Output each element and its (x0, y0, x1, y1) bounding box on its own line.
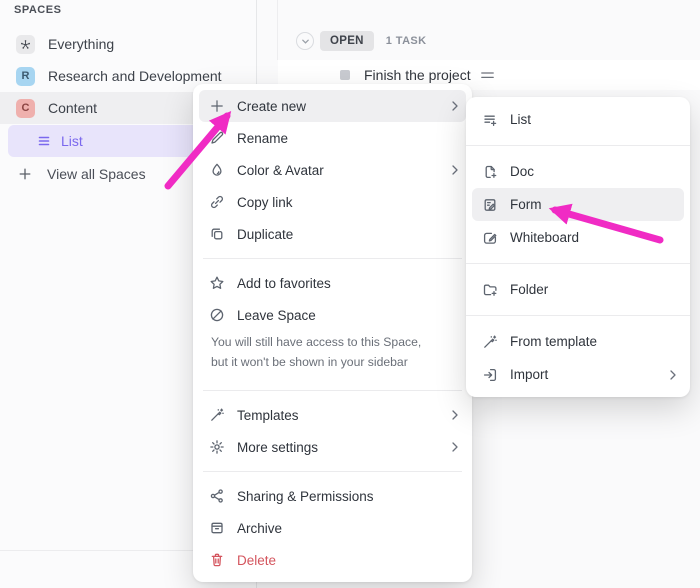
menu-item-label: Delete (237, 553, 460, 568)
submenu-item-whiteboard[interactable]: Whiteboard (466, 221, 690, 254)
share-icon (209, 488, 225, 504)
menu-item-sharing-permissions[interactable]: Sharing & Permissions (193, 480, 472, 512)
menu-item-add-to-favorites[interactable]: Add to favorites (193, 267, 472, 299)
whiteboard-icon (482, 230, 498, 246)
sidebar-item-label: View all Spaces (47, 166, 146, 182)
wand-icon (209, 407, 225, 423)
spaces-section-header: SPACES (14, 4, 61, 16)
menu-item-label: Create new (237, 99, 438, 114)
menu-divider (466, 145, 690, 146)
submenu-item-label: Folder (510, 282, 678, 297)
trash-icon (209, 552, 225, 568)
menu-item-label: Rename (237, 131, 460, 146)
task-title: Finish the project (364, 67, 471, 83)
create-new-submenu: List Doc Form Whiteboard Folder From tem… (466, 97, 690, 397)
menu-item-archive[interactable]: Archive (193, 512, 472, 544)
space-context-menu: Create new Rename Color & Avatar Copy li… (193, 84, 472, 582)
task-group-header: OPEN 1 TASK (296, 30, 427, 52)
sidebar-item-label: Research and Development (48, 68, 222, 84)
menu-divider (203, 258, 462, 259)
menu-item-rename[interactable]: Rename (193, 122, 472, 154)
space-avatar-c: C (16, 99, 35, 118)
menu-item-label: Sharing & Permissions (237, 489, 460, 504)
everything-icon (16, 35, 35, 54)
chevron-right-icon (450, 164, 460, 176)
submenu-item-label: Import (510, 367, 656, 382)
droplet-icon (209, 162, 225, 178)
task-status-checkbox[interactable] (340, 70, 350, 80)
menu-item-label: Duplicate (237, 227, 460, 242)
duplicate-icon (209, 226, 225, 242)
folder-add-icon (482, 282, 498, 298)
submenu-item-import[interactable]: Import (466, 358, 690, 391)
doc-add-icon (482, 164, 498, 180)
plus-icon (209, 98, 225, 114)
menu-item-label: Add to favorites (237, 276, 460, 291)
chevron-right-icon (668, 369, 678, 381)
menu-item-templates[interactable]: Templates (193, 399, 472, 431)
menu-item-copy-link[interactable]: Copy link (193, 186, 472, 218)
star-icon (209, 275, 225, 291)
chevron-right-icon (450, 100, 460, 112)
menu-divider (466, 263, 690, 264)
submenu-item-folder[interactable]: Folder (466, 273, 690, 306)
plus-icon (17, 166, 33, 182)
menu-divider (203, 471, 462, 472)
menu-item-label: More settings (237, 440, 438, 455)
chevron-right-icon (450, 409, 460, 421)
task-description-icon (481, 71, 494, 80)
content-gutter-divider (277, 0, 278, 60)
pencil-icon (209, 130, 225, 146)
task-count: 1 TASK (386, 35, 427, 47)
import-icon (482, 367, 498, 383)
menu-item-label: Archive (237, 521, 460, 536)
menu-item-delete[interactable]: Delete (193, 544, 472, 576)
chevron-right-icon (450, 441, 460, 453)
submenu-item-label: From template (510, 334, 678, 349)
collapse-group-button[interactable] (296, 32, 314, 50)
form-icon (482, 197, 498, 213)
sidebar-item-label: List (61, 133, 83, 149)
menu-item-label: Templates (237, 408, 438, 423)
list-icon (36, 133, 52, 149)
menu-item-label: Leave Space (237, 308, 460, 323)
menu-item-label: Copy link (237, 195, 460, 210)
menu-divider (203, 390, 462, 391)
space-avatar-r: R (16, 67, 35, 86)
wand-icon (482, 334, 498, 350)
menu-item-color-avatar[interactable]: Color & Avatar (193, 154, 472, 186)
menu-item-more-settings[interactable]: More settings (193, 431, 472, 463)
submenu-item-list[interactable]: List (466, 103, 690, 136)
submenu-item-label: Form (510, 197, 678, 212)
submenu-item-label: Doc (510, 164, 678, 179)
menu-item-duplicate[interactable]: Duplicate (193, 218, 472, 250)
archive-icon (209, 520, 225, 536)
submenu-item-label: List (510, 112, 678, 127)
submenu-item-form[interactable]: Form (472, 188, 684, 221)
sidebar-item-label: Everything (48, 36, 114, 52)
link-icon (209, 194, 225, 210)
leave-space-note: You will still have access to this Space… (193, 331, 445, 382)
menu-item-label: Color & Avatar (237, 163, 438, 178)
gear-icon (209, 439, 225, 455)
menu-item-leave-space[interactable]: Leave Space (193, 299, 472, 331)
status-badge-open[interactable]: OPEN (320, 31, 374, 51)
submenu-item-doc[interactable]: Doc (466, 155, 690, 188)
list-add-icon (482, 112, 498, 128)
submenu-item-from-template[interactable]: From template (466, 325, 690, 358)
menu-divider (466, 315, 690, 316)
submenu-item-label: Whiteboard (510, 230, 678, 245)
menu-item-create-new[interactable]: Create new (199, 90, 466, 122)
sidebar-item-label: Content (48, 100, 97, 116)
hide-eye-icon (209, 307, 225, 323)
sidebar-item-everything[interactable]: Everything (0, 28, 257, 60)
